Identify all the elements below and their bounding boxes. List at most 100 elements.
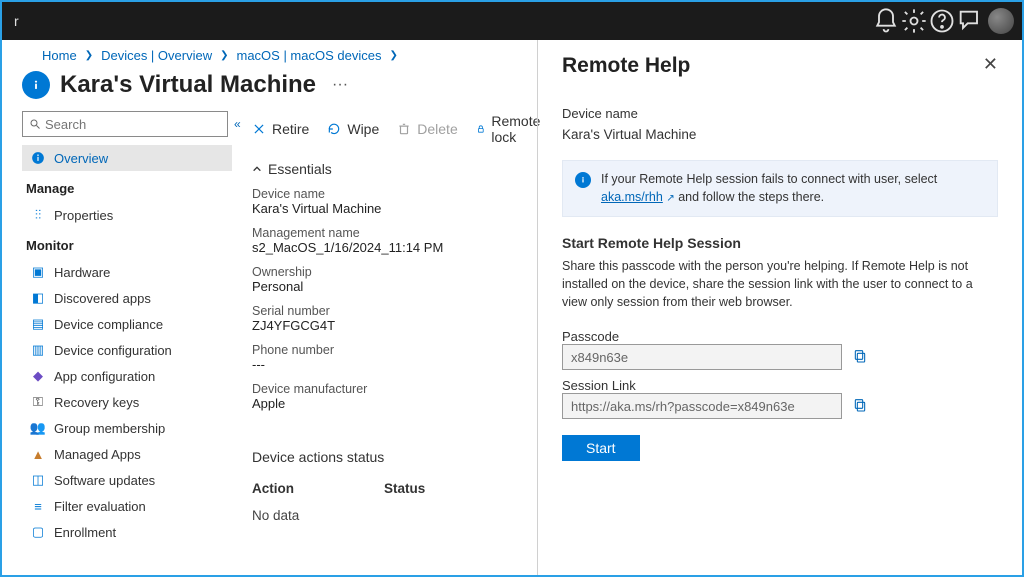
ess-device-name: Kara's Virtual Machine xyxy=(252,201,529,216)
nav-label: Discovered apps xyxy=(54,291,151,306)
wipe-label: Wipe xyxy=(347,121,379,137)
config-icon: ▥ xyxy=(30,342,46,358)
chevron-right-icon: ❯ xyxy=(389,50,397,61)
panel-device-name-lbl: Device name xyxy=(562,106,998,121)
nav-properties[interactable]: ⫶⫶ Properties xyxy=(22,202,232,228)
nav-label: Hardware xyxy=(54,265,110,280)
sessionlink-input[interactable] xyxy=(562,393,842,419)
updates-icon: ◫ xyxy=(30,472,46,488)
ess-manufacturer-lbl: Device manufacturer xyxy=(252,382,529,396)
chevron-right-icon: ❯ xyxy=(220,50,228,61)
ess-manufacturer: Apple xyxy=(252,396,529,411)
nav-discovered-apps[interactable]: ◧ Discovered apps xyxy=(22,285,232,311)
nav-device-configuration[interactable]: ▥Device configuration xyxy=(22,337,232,363)
nav-label: Filter evaluation xyxy=(54,499,146,514)
nav-header-monitor: Monitor xyxy=(22,228,232,259)
key-icon: ⚿ xyxy=(30,394,46,410)
chevron-right-icon: ❯ xyxy=(85,50,93,61)
nav-group-membership[interactable]: 👥Group membership xyxy=(22,415,232,441)
compliance-icon: ▤ xyxy=(30,316,46,332)
ess-phone-lbl: Phone number xyxy=(252,343,529,357)
passcode-label: Passcode xyxy=(562,329,998,344)
hardware-icon: ▣ xyxy=(30,264,46,280)
nav-label: Device compliance xyxy=(54,317,163,332)
page-title-bar: Kara's Virtual Machine ··· xyxy=(22,63,537,111)
alert-text-pre: If your Remote Help session fails to con… xyxy=(601,172,937,186)
panel-section-header: Start Remote Help Session xyxy=(562,235,998,251)
help-icon[interactable] xyxy=(928,7,956,35)
sliders-icon: ⫶⫶ xyxy=(30,207,46,223)
panel-title: Remote Help xyxy=(562,54,690,78)
remote-lock-button[interactable]: Remote lock xyxy=(476,113,545,145)
apps-icon: ◧ xyxy=(30,290,46,306)
ess-serial: ZJ4YFGCG4T xyxy=(252,318,529,333)
panel-section-desc: Share this passcode with the person you'… xyxy=(562,257,998,311)
info-icon xyxy=(22,71,50,99)
delete-button: Delete xyxy=(397,121,457,137)
nav-label: Enrollment xyxy=(54,525,116,540)
global-topbar: r xyxy=(2,2,1022,40)
nav-label: Recovery keys xyxy=(54,395,139,410)
retire-button[interactable]: Retire xyxy=(252,121,309,137)
nav-app-configuration[interactable]: ◆ App configuration xyxy=(22,363,232,389)
breadcrumb-devices[interactable]: Devices | Overview xyxy=(101,48,212,63)
essentials-header: Essentials xyxy=(268,161,332,177)
essentials-toggle[interactable]: Essentials xyxy=(252,161,529,177)
retire-label: Retire xyxy=(272,121,309,137)
nav-label: Overview xyxy=(54,151,108,166)
device-toolbar: Retire Wipe Delete Remote lock xyxy=(252,111,529,157)
copy-sessionlink-button[interactable] xyxy=(852,397,868,416)
nav-label: Managed Apps xyxy=(54,447,141,462)
alert-link[interactable]: aka.ms/rhh xyxy=(601,190,663,204)
avatar[interactable] xyxy=(988,8,1014,34)
copy-passcode-button[interactable] xyxy=(852,348,868,367)
ess-phone: --- xyxy=(252,357,529,372)
nav-enrollment[interactable]: ▢Enrollment xyxy=(22,519,232,545)
breadcrumb-home[interactable]: Home xyxy=(42,48,77,63)
close-icon[interactable]: ✕ xyxy=(983,54,998,75)
nav-hardware[interactable]: ▣ Hardware xyxy=(22,259,232,285)
external-link-icon: ↗ xyxy=(666,193,674,204)
actions-col-action: Action xyxy=(252,481,294,496)
nav-header-manage: Manage xyxy=(22,171,232,202)
search-field[interactable] xyxy=(45,117,221,132)
delete-label: Delete xyxy=(417,121,457,137)
passcode-input[interactable] xyxy=(562,344,842,370)
nav-software-updates[interactable]: ◫ Software updates xyxy=(22,467,232,493)
nav-label: App configuration xyxy=(54,369,155,384)
breadcrumb-macos[interactable]: macOS | macOS devices xyxy=(236,48,381,63)
ess-device-name-lbl: Device name xyxy=(252,187,529,201)
panel-device-name: Kara's Virtual Machine xyxy=(562,127,998,142)
info-icon xyxy=(30,150,46,166)
feedback-icon[interactable] xyxy=(956,7,984,35)
group-icon: 👥 xyxy=(30,420,46,436)
start-button[interactable]: Start xyxy=(562,435,640,461)
page-title: Kara's Virtual Machine xyxy=(60,71,316,99)
alert-text-post: and follow the steps there. xyxy=(678,190,824,204)
managed-apps-icon: ▲ xyxy=(30,446,46,462)
bell-icon[interactable] xyxy=(872,7,900,35)
nav-label: Properties xyxy=(54,208,113,223)
gear-icon[interactable] xyxy=(900,7,928,35)
nav-overview[interactable]: Overview xyxy=(22,145,232,171)
side-nav: « Overview Manage ⫶⫶ Properties Monitor xyxy=(22,111,232,575)
info-icon xyxy=(575,172,591,188)
search-input[interactable] xyxy=(22,111,228,137)
more-button[interactable]: ··· xyxy=(326,76,354,94)
ess-serial-lbl: Serial number xyxy=(252,304,529,318)
collapse-nav-button[interactable]: « xyxy=(234,117,241,131)
ess-ownership: Personal xyxy=(252,279,529,294)
nav-device-compliance[interactable]: ▤ Device compliance xyxy=(22,311,232,337)
nav-label: Software updates xyxy=(54,473,155,488)
nav-managed-apps[interactable]: ▲ Managed Apps xyxy=(22,441,232,467)
essentials-section: Essentials Device nameKara's Virtual Mac… xyxy=(252,157,529,425)
ess-mgmt-name-lbl: Management name xyxy=(252,226,529,240)
panel-info-alert: If your Remote Help session fails to con… xyxy=(562,160,998,217)
wipe-button[interactable]: Wipe xyxy=(327,121,379,137)
actions-col-status: Status xyxy=(384,481,425,496)
nav-filter-evaluation[interactable]: ≡ Filter evaluation xyxy=(22,493,232,519)
appconfig-icon: ◆ xyxy=(30,368,46,384)
nav-recovery-keys[interactable]: ⚿ Recovery keys xyxy=(22,389,232,415)
actions-header: Device actions status xyxy=(252,449,529,465)
filter-icon: ≡ xyxy=(30,498,46,514)
